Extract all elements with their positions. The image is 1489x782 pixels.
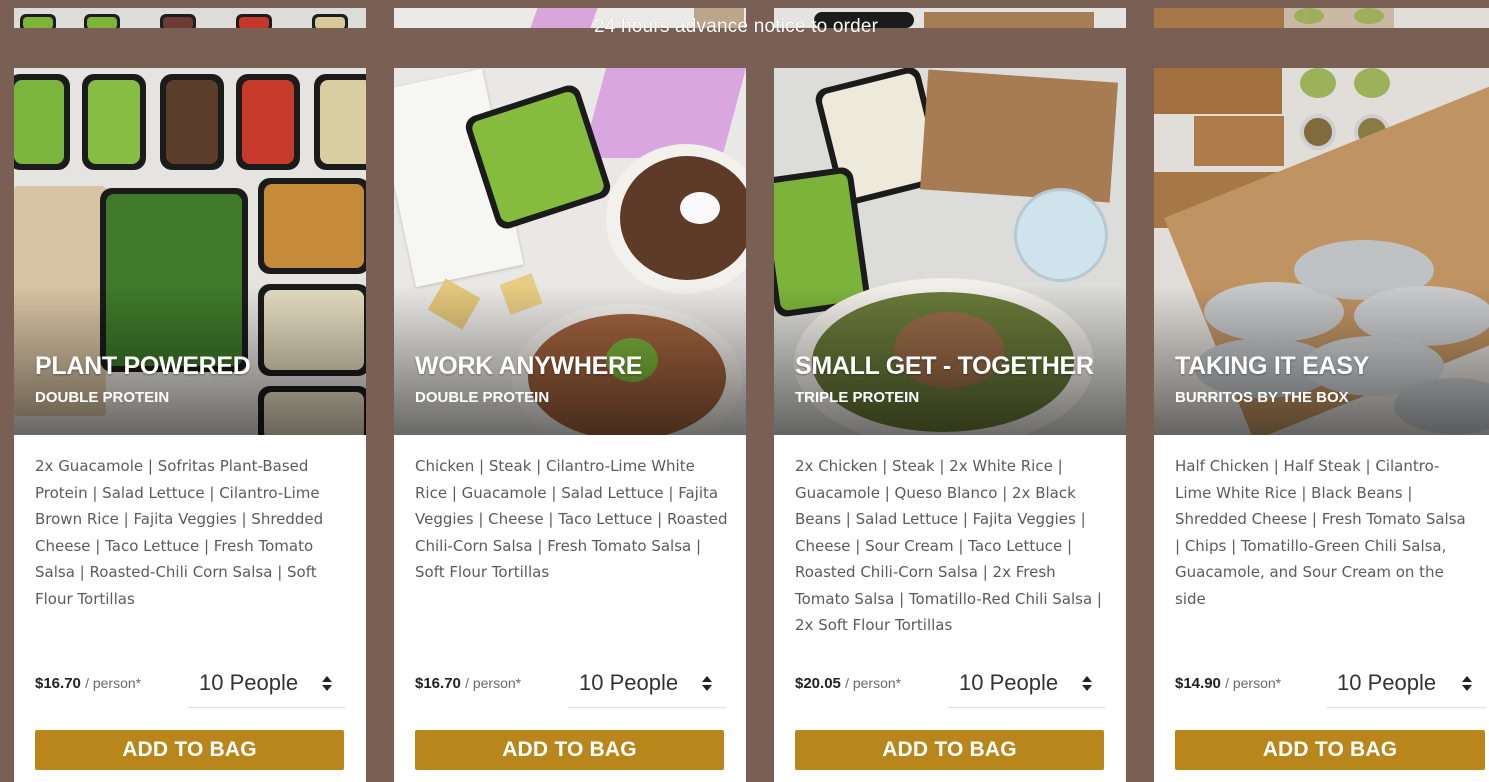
people-select-value: 10 People (959, 670, 1059, 695)
card-description: 2x Chicken | Steak | 2x White Rice | Gua… (795, 457, 1102, 634)
advance-notice-text: 24 hours advance notice to order (594, 16, 879, 37)
select-arrows-icon (1462, 674, 1472, 694)
add-to-bag-button[interactable]: ADD TO BAG (35, 730, 344, 770)
meal-photo: SMALL GET - TOGETHER TRIPLE PROTEIN (774, 68, 1126, 435)
card-description: 2x Guacamole | Sofritas Plant-Based Prot… (35, 457, 324, 608)
card-subtitle: DOUBLE PROTEIN (35, 389, 170, 406)
card-description: Half Chicken | Half Steak | Cilantro-Lim… (1175, 457, 1466, 608)
price: $14.90 / person* (1175, 675, 1281, 692)
price: $16.70 / person* (415, 675, 521, 692)
people-select-value: 10 People (199, 670, 299, 695)
price-amount: $16.70 (35, 675, 81, 692)
catering-card-work-anywhere: WORK ANYWHERE DOUBLE PROTEIN Chicken | S… (394, 68, 746, 782)
card-subtitle: TRIPLE PROTEIN (795, 389, 920, 406)
card-title: WORK ANYWHERE (415, 352, 643, 380)
people-select-value: 10 People (1337, 670, 1437, 695)
people-select[interactable]: 10 People (948, 668, 1106, 708)
people-select[interactable]: 10 People (568, 668, 726, 708)
previous-card-image (1154, 8, 1489, 28)
card-title: PLANT POWERED (35, 352, 251, 380)
catering-card-taking-it-easy: TAKING IT EASY BURRITOS BY THE BOX Half … (1154, 68, 1489, 782)
price-unit: / person* (465, 675, 522, 691)
card-title: SMALL GET - TOGETHER (795, 352, 1094, 380)
price-row: $16.70 / person* 10 People (35, 668, 346, 708)
catering-card-small-get-together: SMALL GET - TOGETHER TRIPLE PROTEIN 2x C… (774, 68, 1126, 782)
catering-card-plant-powered: PLANT POWERED DOUBLE PROTEIN 2x Guacamol… (14, 68, 366, 782)
card-subtitle: DOUBLE PROTEIN (415, 389, 550, 406)
card-description: Chicken | Steak | Cilantro-Lime White Ri… (415, 457, 728, 581)
add-to-bag-button[interactable]: ADD TO BAG (1175, 730, 1485, 770)
people-select-value: 10 People (579, 670, 679, 695)
price-row: $14.90 / person* 10 People (1175, 668, 1486, 708)
card-title: TAKING IT EASY (1175, 352, 1369, 380)
meal-photo: PLANT POWERED DOUBLE PROTEIN (14, 68, 366, 435)
price: $20.05 / person* (795, 675, 901, 692)
people-select[interactable]: 10 People (188, 668, 346, 708)
price-row: $16.70 / person* 10 People (415, 668, 726, 708)
select-arrows-icon (702, 674, 712, 694)
price-amount: $16.70 (415, 675, 461, 692)
previous-card-image (14, 8, 366, 28)
price-amount: $20.05 (795, 675, 841, 692)
price: $16.70 / person* (35, 675, 141, 692)
meal-photo: WORK ANYWHERE DOUBLE PROTEIN (394, 68, 746, 435)
meal-photo: TAKING IT EASY BURRITOS BY THE BOX (1154, 68, 1489, 435)
previous-row-strip: 24 hours advance notice to order (0, 0, 1489, 38)
price-unit: / person* (845, 675, 902, 691)
price-unit: / person* (85, 675, 142, 691)
add-to-bag-button[interactable]: ADD TO BAG (415, 730, 724, 770)
add-to-bag-button[interactable]: ADD TO BAG (795, 730, 1104, 770)
price-row: $20.05 / person* 10 People (795, 668, 1106, 708)
price-unit: / person* (1225, 675, 1282, 691)
price-amount: $14.90 (1175, 675, 1221, 692)
select-arrows-icon (1082, 674, 1092, 694)
card-subtitle: BURRITOS BY THE BOX (1175, 389, 1349, 406)
select-arrows-icon (322, 674, 332, 694)
people-select[interactable]: 10 People (1326, 668, 1486, 708)
